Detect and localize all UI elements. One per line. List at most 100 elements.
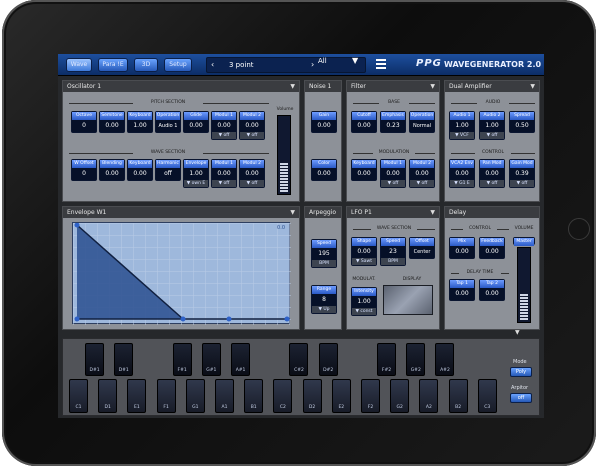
bank-name[interactable]: All bbox=[318, 57, 327, 65]
knob-filter-modul-2[interactable]: Modul 2 0.00 ▼ off bbox=[409, 159, 435, 188]
knob-octave[interactable]: Octave 0 bbox=[71, 111, 97, 133]
piano-key-white[interactable]: C1 bbox=[69, 379, 88, 413]
piano-key-white[interactable]: G1 bbox=[185, 379, 205, 413]
knob-semitone[interactable]: Semitone 0.00 bbox=[99, 111, 125, 133]
piano-key-white[interactable]: D2 bbox=[302, 379, 322, 413]
piano-key-black[interactable]: D#1 bbox=[85, 343, 105, 376]
piano-key-black[interactable]: C#2 bbox=[289, 343, 309, 376]
knob-filter-modul-1[interactable]: Modul 1 0.00 ▼ off bbox=[380, 159, 406, 188]
piano-key-black[interactable]: G#2 bbox=[406, 343, 426, 376]
knob-lfo-intensity[interactable]: Intensity 1.00 ▼ const bbox=[351, 287, 377, 316]
lfo-header[interactable]: LFO P1 ▼ bbox=[347, 207, 439, 218]
knob-envelope[interactable]: Envelope 1.00 ▼ own E bbox=[183, 159, 209, 188]
piano-key-white[interactable]: B2 bbox=[448, 379, 468, 413]
knob-delay-tap-1[interactable]: Tap 1 0.00 bbox=[449, 279, 475, 301]
knob-modul-1[interactable]: Modul 1 0.00 ▼ off bbox=[211, 111, 237, 140]
knob-delay-feedback[interactable]: Feedback 0.00 bbox=[479, 237, 505, 259]
piano-key-black[interactable]: F#2 bbox=[377, 343, 397, 376]
dual-amplifier-header[interactable]: Dual Amplifier ▼ bbox=[445, 81, 539, 92]
piano-key-white[interactable]: F2 bbox=[361, 379, 380, 413]
knob-wave-modul-1[interactable]: Modul 1 0.00 ▼ off bbox=[211, 159, 237, 188]
volume-label: Volume bbox=[276, 107, 294, 112]
volume-slider[interactable] bbox=[277, 115, 291, 195]
knob-arp-speed[interactable]: Speed 195 BPM bbox=[311, 239, 337, 268]
knob-wave-keyboard[interactable]: Keyboard 0.00 bbox=[127, 159, 153, 181]
knob-audio-1[interactable]: Audio 1 1.00 ▼ VCF bbox=[449, 111, 475, 140]
envelope-point[interactable] bbox=[74, 316, 80, 322]
piano-key-black[interactable]: F#1 bbox=[172, 343, 192, 376]
mode-poly-button[interactable]: Poly bbox=[510, 367, 532, 377]
knob-audio-2[interactable]: Audio 2 1.00 ▼ off bbox=[479, 111, 505, 140]
piano-key-black[interactable]: A#2 bbox=[435, 343, 455, 376]
knob-noise-gain[interactable]: Gain 0.00 bbox=[311, 111, 337, 133]
piano-key-white[interactable]: A1 bbox=[215, 379, 234, 413]
piano-key-black[interactable]: D#1 bbox=[114, 343, 134, 376]
envelope-point[interactable] bbox=[284, 316, 290, 322]
knob-delay-tap-2[interactable]: Tap 2 0.00 bbox=[479, 279, 505, 301]
knob-delay-mix[interactable]: Mix 0.00 bbox=[449, 237, 475, 259]
envelope-point[interactable] bbox=[226, 316, 232, 322]
piano-key-white[interactable]: E2 bbox=[331, 379, 351, 413]
knob-glide[interactable]: Glide 0.00 bbox=[183, 111, 209, 133]
piano-key-black[interactable]: G#1 bbox=[201, 343, 221, 376]
noise-header[interactable]: Noise 1 bbox=[305, 81, 341, 92]
knob-lfo-offset[interactable]: Offset Center bbox=[409, 237, 435, 259]
mode-label: Mode bbox=[513, 359, 527, 365]
envelope-header[interactable]: Envelope W1 ▼ bbox=[63, 207, 299, 218]
envelope-graph[interactable] bbox=[73, 222, 291, 325]
piano-key-white[interactable]: G2 bbox=[390, 379, 410, 413]
piano-key-white[interactable]: A2 bbox=[419, 379, 439, 413]
knob-wave-modul-2[interactable]: Modul 2 0.00 ▼ off bbox=[239, 159, 265, 188]
preset-next-icon[interactable]: › bbox=[311, 60, 314, 69]
mode-button-wave[interactable]: Wave bbox=[66, 58, 92, 72]
piano-key-white[interactable]: E1 bbox=[127, 379, 147, 413]
knob-pan-mod[interactable]: Pan Mod 0.00 ▼ off bbox=[479, 159, 505, 188]
knob-blending[interactable]: Blending 0.00 bbox=[99, 159, 125, 181]
knob-noise-color[interactable]: Color 0.00 bbox=[311, 159, 337, 181]
knob-filter-keyboard[interactable]: Keyboard 0.00 bbox=[351, 159, 377, 181]
knob-arp-range[interactable]: Range 8 ▼ Up bbox=[311, 285, 337, 314]
envelope-point[interactable] bbox=[180, 316, 186, 322]
knob-operation[interactable]: Operation Audio 1 bbox=[155, 111, 181, 133]
mode-button-3d[interactable]: 3D bbox=[134, 58, 158, 72]
piano-key-white[interactable]: D1 bbox=[98, 379, 118, 413]
envelope-editor[interactable]: 0.0 bbox=[72, 222, 291, 325]
chevron-down-icon[interactable]: ▼ bbox=[530, 81, 535, 92]
knob-modul-2[interactable]: Modul 2 0.00 ▼ off bbox=[239, 111, 265, 140]
knob-keyboard[interactable]: Keyboard 1.00 bbox=[127, 111, 153, 133]
oscillator-header[interactable]: Oscillator 1 ▼ bbox=[63, 81, 299, 92]
knob-lfo-shape[interactable]: Shape 0.00 ▼ Sawt bbox=[351, 237, 377, 266]
piano-key-white[interactable]: B1 bbox=[244, 379, 264, 413]
home-button[interactable] bbox=[568, 218, 590, 240]
knob-emphasis[interactable]: Emphasis 0.23 bbox=[380, 111, 406, 133]
bank-dropdown-icon[interactable]: ▼ bbox=[352, 56, 358, 65]
delay-master-slider[interactable] bbox=[517, 247, 531, 323]
arpitor-button[interactable]: off bbox=[510, 393, 532, 403]
menu-icon[interactable] bbox=[376, 59, 386, 69]
piano-key-white[interactable]: C3 bbox=[477, 379, 497, 413]
mode-button-setup[interactable]: Setup bbox=[164, 58, 192, 72]
knob-vca2-env[interactable]: VCA2 Env 0.00 ▼ G1 E bbox=[449, 159, 475, 188]
knob-cutoff[interactable]: Cutoff 0.00 bbox=[351, 111, 377, 133]
knob-w-offset[interactable]: W Offset 0 bbox=[71, 159, 97, 181]
mode-button-para[interactable]: Para !E bbox=[98, 58, 128, 72]
preset-prev-icon[interactable]: ‹ bbox=[211, 60, 214, 69]
piano-key-white[interactable]: F1 bbox=[156, 379, 176, 413]
chevron-down-icon[interactable]: ▼ bbox=[430, 81, 435, 92]
knob-lfo-speed[interactable]: Speed 23 BPM bbox=[380, 237, 406, 266]
piano-key-black[interactable]: A#1 bbox=[231, 343, 251, 376]
knob-gain-mod[interactable]: Gain Mod 0.39 ▼ off bbox=[509, 159, 535, 188]
keyboard-dropdown-icon[interactable]: ▼ bbox=[515, 329, 520, 336]
knob-harmonic[interactable]: Harmonic off bbox=[155, 159, 181, 181]
delay-header[interactable]: Delay bbox=[445, 207, 539, 218]
piano-key-black[interactable]: D#2 bbox=[318, 343, 338, 376]
chevron-down-icon[interactable]: ▼ bbox=[290, 207, 295, 218]
chevron-down-icon[interactable]: ▼ bbox=[290, 81, 295, 92]
knob-filter-operation[interactable]: Operation Normal bbox=[409, 111, 435, 133]
filter-header[interactable]: Filter ▼ bbox=[347, 81, 439, 92]
arpeggio-header[interactable]: Arpeggio bbox=[305, 207, 341, 218]
preset-selector[interactable]: ‹ 3 point › bbox=[206, 57, 366, 73]
piano-key-white[interactable]: C2 bbox=[273, 379, 293, 413]
chevron-down-icon[interactable]: ▼ bbox=[430, 207, 435, 218]
knob-spread[interactable]: Spread 0.50 bbox=[509, 111, 535, 133]
